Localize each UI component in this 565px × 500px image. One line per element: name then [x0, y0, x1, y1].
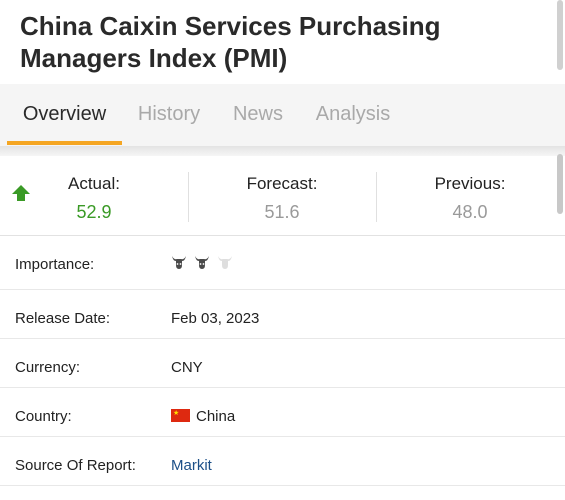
forecast-label: Forecast: [246, 174, 318, 193]
stats-panel: Actual: 52.9 Forecast: 51.6 Previous: 48… [0, 156, 565, 236]
previous-value: 48.0 [452, 202, 488, 222]
source-label: Source Of Report: [15, 457, 136, 474]
release-date-row: Release Date: Feb 03, 2023 [0, 290, 565, 339]
country-value: China [196, 408, 236, 425]
china-flag-icon: ★ [171, 409, 190, 422]
scrollbar-thumb[interactable] [557, 0, 563, 70]
details-list: Importance: Release Date: Feb 03, 2023 C… [0, 236, 565, 486]
page-title: China Caixin Services Purchasing Manager… [20, 11, 441, 73]
tab-overview[interactable]: Overview [7, 84, 122, 146]
tab-bar: Overview History News Analysis [0, 84, 565, 146]
country-row: Country: ★ China [0, 388, 565, 437]
stat-divider [188, 172, 189, 222]
actual-value: 52.9 [76, 202, 112, 222]
importance-rating [171, 254, 240, 270]
currency-row: Currency: CNY [0, 339, 565, 388]
importance-label: Importance: [15, 256, 95, 273]
previous-label: Previous: [434, 174, 506, 193]
tab-news[interactable]: News [222, 84, 294, 146]
source-row: Source Of Report: Markit [0, 437, 565, 486]
actual-stat: Actual: 52.9 [34, 156, 154, 236]
title-area: China Caixin Services Purchasing Manager… [0, 0, 565, 84]
tab-analysis[interactable]: Analysis [304, 84, 402, 146]
forecast-stat: Forecast: 51.6 [200, 156, 364, 236]
tab-history[interactable]: History [126, 84, 212, 146]
tabs-shadow [0, 146, 565, 156]
importance-row: Importance: [0, 236, 565, 290]
active-tab-indicator [7, 141, 122, 145]
actual-label: Actual: [68, 174, 120, 193]
up-arrow-icon [12, 185, 30, 201]
previous-stat: Previous: 48.0 [388, 156, 552, 236]
bull-icon [195, 256, 209, 269]
scrollbar-thumb[interactable] [557, 154, 563, 214]
bull-icon [172, 256, 186, 269]
bull-icon-inactive [218, 256, 232, 269]
source-link[interactable]: Markit [171, 437, 212, 494]
forecast-value: 51.6 [264, 202, 300, 222]
stat-divider [376, 172, 377, 222]
